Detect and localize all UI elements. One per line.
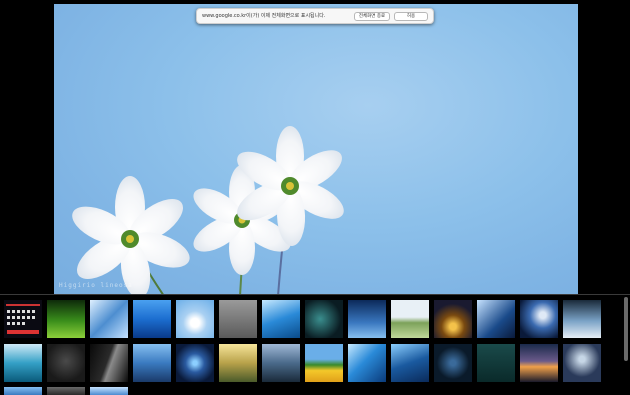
thumbnail-lone-tree[interactable] [563, 300, 601, 338]
thumbnail-sky-clouds[interactable] [262, 300, 300, 338]
thumbnail-blue-abstract[interactable] [391, 344, 429, 382]
cosmos-flowers-illustration [72, 126, 344, 294]
wallpaper-watermark: Higgirio lineosa [59, 282, 133, 289]
fullscreen-viewer: Higgirio lineosa www.google.co.kr이(가) 이제… [0, 0, 630, 395]
thumbnail-turquoise-sea[interactable] [4, 344, 42, 382]
thumbnail-hills-sky[interactable] [262, 344, 300, 382]
grid-pattern-icon [6, 304, 40, 334]
thumbnail-blue-skyline[interactable] [348, 300, 386, 338]
thumbnail-dark-stripes[interactable] [90, 344, 128, 382]
thumbnail-harbor-city[interactable] [133, 344, 171, 382]
thumbnail-green-grass[interactable] [47, 300, 85, 338]
thumbnail-tray [0, 294, 630, 395]
thumbnail-galaxy-disk[interactable] [520, 300, 558, 338]
exit-fullscreen-button[interactable]: 전체화면 종료 [354, 12, 390, 21]
thumbnail-dark-cave[interactable] [305, 300, 343, 338]
thumbnail-robot[interactable] [219, 300, 257, 338]
thumbnail-road-field[interactable] [391, 300, 429, 338]
thumbnail-blue-light[interactable] [176, 344, 214, 382]
thumbnail-frost-tree[interactable] [563, 344, 601, 382]
thumbnail-dark-grid[interactable] [4, 300, 42, 338]
thumbnail-blue-ocean[interactable] [133, 300, 171, 338]
thumbnail-blue-wave[interactable] [348, 344, 386, 382]
thumbnail-teal-dark[interactable] [477, 344, 515, 382]
thumbnail-blue-leaves[interactable] [477, 300, 515, 338]
thumbnail-white-bears[interactable] [176, 300, 214, 338]
allow-button[interactable]: 허용 [394, 12, 428, 21]
thumbnail-sunflowers[interactable] [305, 344, 343, 382]
thumbnail-blue-cubes[interactable] [90, 300, 128, 338]
tray-scrollbar[interactable] [624, 297, 628, 361]
thumbnail-night-swirl[interactable] [434, 344, 472, 382]
wallpaper-image: Higgirio lineosa [54, 4, 578, 294]
fullscreen-notification-bar: www.google.co.kr이(가) 이제 전체화면으로 표시됩니다. 전체… [196, 8, 434, 24]
fullscreen-message: www.google.co.kr이(가) 이제 전체화면으로 표시됩니다. [202, 13, 326, 19]
thumbnail-golden-field[interactable] [219, 344, 257, 382]
thumbnail-city-night[interactable] [520, 344, 558, 382]
thumbnail-tree-sunset[interactable] [434, 300, 472, 338]
thumbnail-dark-grey[interactable] [47, 344, 85, 382]
